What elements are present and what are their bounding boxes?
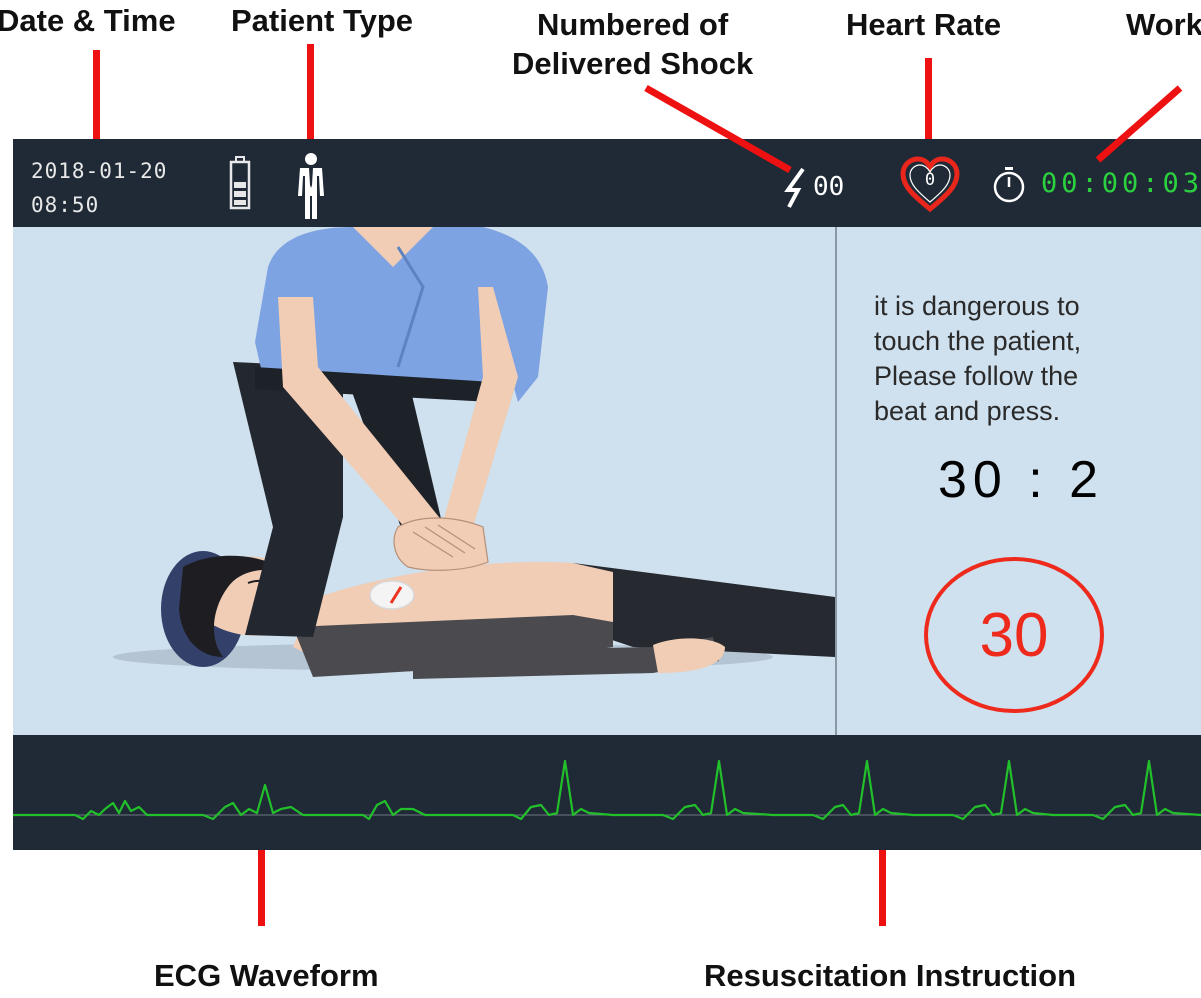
ecg-callout: ECG Waveform bbox=[154, 958, 379, 993]
shock-count: 00 bbox=[813, 172, 845, 202]
instruction-text: it is dangerous to touch the patient, Pl… bbox=[874, 289, 1174, 429]
date-time-callout: Date & Time bbox=[0, 3, 176, 38]
shocks-callout-line2: Delivered Shock bbox=[512, 46, 754, 81]
ecg-waveform bbox=[13, 759, 1201, 821]
panel-divider bbox=[835, 227, 837, 735]
instruction-line: Please follow the bbox=[874, 361, 1079, 391]
battery-icon bbox=[229, 156, 251, 210]
time-display: 08:50 bbox=[31, 193, 100, 217]
date-display: 2018-01-20 bbox=[31, 159, 168, 183]
heart-rate-callout: Heart Rate bbox=[846, 7, 1002, 42]
ecg-band bbox=[13, 735, 1201, 850]
cpr-illustration bbox=[13, 227, 835, 735]
status-bar: 2018-01-20 08:50 00 0 00:00:03 bbox=[13, 139, 1201, 227]
adult-patient-icon bbox=[298, 153, 324, 219]
shocks-callout-line1: Numbered of bbox=[537, 7, 729, 42]
date-time-pointer bbox=[93, 50, 100, 147]
heart-rate-value: 0 bbox=[924, 170, 936, 190]
compression-ratio: 30 : 2 bbox=[937, 451, 1105, 509]
patient-type-pointer bbox=[307, 44, 314, 142]
patient-type-callout: Patient Type bbox=[231, 3, 414, 38]
work-timer: 00:00:03 bbox=[1041, 168, 1201, 199]
instruction-line: touch the patient, bbox=[874, 326, 1082, 356]
instruction-line: beat and press. bbox=[874, 396, 1061, 426]
stopwatch-icon bbox=[993, 167, 1025, 203]
instruction-callout: Resuscitation Instruction bbox=[704, 958, 1077, 993]
aed-screen: 2018-01-20 08:50 00 0 00:00:03 it is dan… bbox=[13, 139, 1201, 850]
compression-counter-ring: 30 bbox=[924, 557, 1104, 713]
heart-rate-pointer bbox=[925, 58, 932, 142]
instruction-line: it is dangerous to bbox=[874, 291, 1080, 321]
compression-count: 30 bbox=[979, 600, 1049, 670]
work-time-callout: Work bbox=[1126, 7, 1201, 42]
lightning-bolt-icon bbox=[784, 167, 805, 208]
